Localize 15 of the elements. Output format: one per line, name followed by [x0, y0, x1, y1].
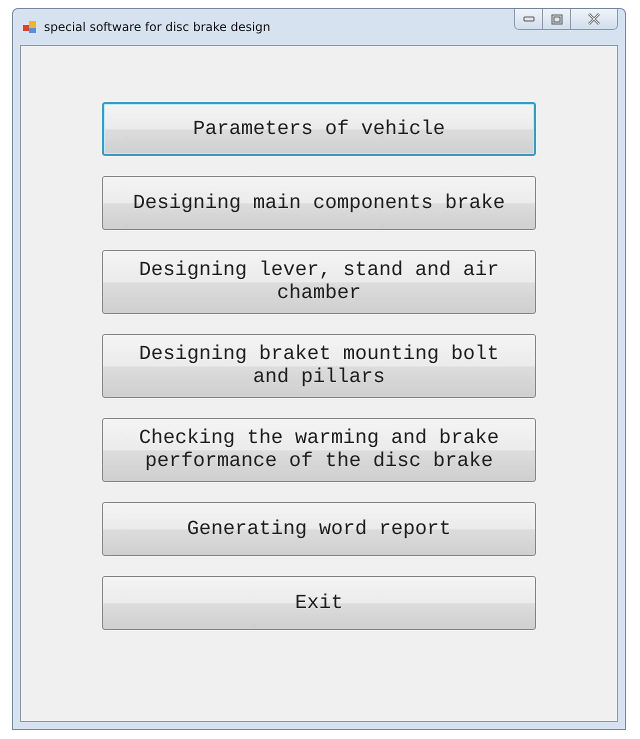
menu-button[interactable]: Generating word report	[102, 502, 536, 556]
minimize-icon	[522, 15, 534, 23]
minimize-button[interactable]	[515, 9, 543, 29]
app-icon	[22, 19, 38, 35]
menu-button[interactable]: Checking the warming and brake performance of the disc brake	[102, 418, 536, 482]
close-button[interactable]	[571, 9, 617, 29]
menu-button[interactable]: Designing main components brake	[102, 176, 536, 230]
menu-button[interactable]: Parameters of vehicle	[102, 102, 536, 156]
window-title: special software for disc brake design	[44, 20, 270, 34]
maximize-icon	[550, 14, 562, 24]
menu-button[interactable]: Exit	[102, 576, 536, 630]
menu-button[interactable]: Designing lever, stand and air chamber	[102, 250, 536, 314]
menu-button[interactable]: Designing braket mounting bolt and pillars	[102, 334, 536, 398]
maximize-button[interactable]	[543, 9, 571, 29]
close-icon	[587, 13, 601, 25]
